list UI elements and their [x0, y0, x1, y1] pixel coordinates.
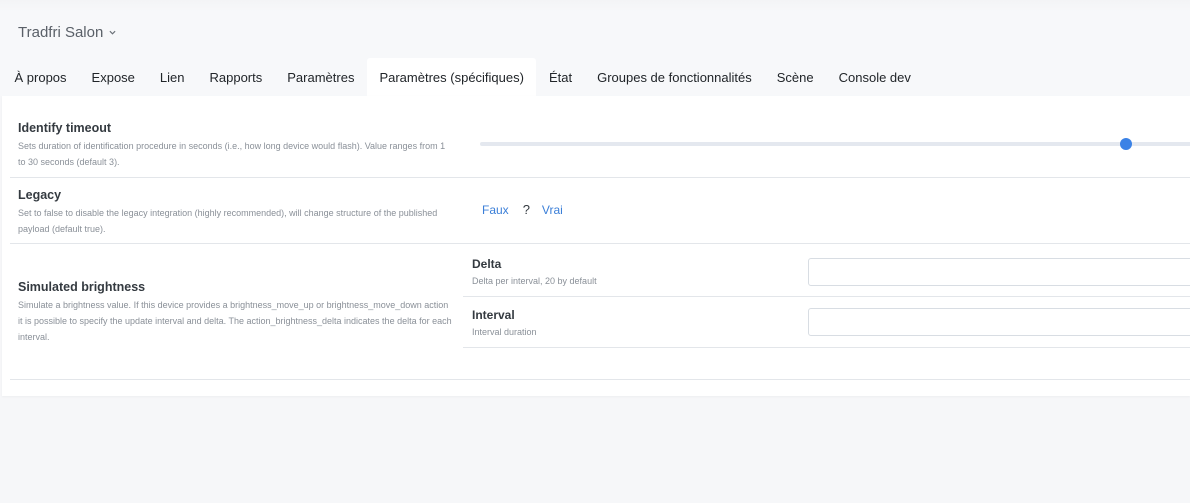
- setting-title: Legacy: [18, 188, 62, 202]
- interval-input[interactable]: [808, 308, 1190, 336]
- slider-handle[interactable]: [1119, 138, 1132, 150]
- tab-settings-specific[interactable]: Paramètres (spécifiques): [366, 58, 537, 96]
- interval-subrow: Interval Interval duration: [463, 297, 1190, 348]
- legacy-unknown-indicator[interactable]: ?: [523, 202, 530, 217]
- tab-bar: À propos Expose Lien Rapports Paramètres…: [2, 58, 923, 96]
- settings-card: Identify timeout Sets duration of identi…: [2, 96, 1190, 396]
- tab-settings[interactable]: Paramètres: [275, 58, 367, 96]
- tab-expose[interactable]: Expose: [79, 58, 147, 96]
- tab-bind[interactable]: Lien: [147, 58, 197, 96]
- interval-title: Interval: [472, 308, 515, 322]
- setting-description: Simulate a brightness value. If this dev…: [18, 300, 452, 342]
- tab-state[interactable]: État: [536, 58, 584, 96]
- setting-title: Identify timeout: [18, 121, 112, 135]
- page-header: Tradfri Salon À propos Expose Lien Rappo…: [0, 0, 1190, 96]
- delta-subrow: Delta Delta per interval, 20 by default: [463, 249, 1190, 297]
- identify-timeout-slider[interactable]: [480, 142, 1190, 146]
- tab-reporting[interactable]: Rapports: [197, 58, 275, 96]
- delta-description: Delta per interval, 20 by default: [472, 276, 597, 286]
- setting-row-legacy: Legacy Set to false to disable the legac…: [10, 178, 1190, 244]
- legacy-toggle: Faux ? Vrai: [482, 202, 563, 217]
- setting-label: Simulated brightness Simulate a brightne…: [18, 280, 454, 345]
- setting-row-identify-timeout: Identify timeout Sets duration of identi…: [10, 96, 1190, 178]
- tab-scene[interactable]: Scène: [764, 58, 826, 96]
- delta-input[interactable]: [808, 258, 1190, 286]
- legacy-false-option[interactable]: Faux: [482, 203, 509, 217]
- device-selector[interactable]: Tradfri Salon: [18, 24, 116, 41]
- tab-about[interactable]: À propos: [2, 58, 79, 96]
- chevron-down-icon: [109, 30, 116, 35]
- setting-description: Set to false to disable the legacy integ…: [18, 208, 438, 234]
- interval-description: Interval duration: [472, 327, 537, 337]
- setting-label: Legacy Set to false to disable the legac…: [18, 188, 438, 237]
- setting-description: Sets duration of identification procedur…: [18, 141, 446, 167]
- setting-label: Identify timeout Sets duration of identi…: [18, 121, 450, 170]
- device-title: Tradfri Salon: [18, 24, 104, 41]
- legacy-true-option[interactable]: Vrai: [542, 203, 563, 217]
- setting-title: Simulated brightness: [18, 280, 146, 294]
- tab-feature-groups[interactable]: Groupes de fonctionnalités: [585, 58, 765, 96]
- tab-dev-console[interactable]: Console dev: [826, 58, 923, 96]
- delta-label: Delta Delta per interval, 20 by default: [472, 257, 597, 286]
- delta-title: Delta: [472, 257, 502, 271]
- interval-label: Interval Interval duration: [472, 308, 537, 337]
